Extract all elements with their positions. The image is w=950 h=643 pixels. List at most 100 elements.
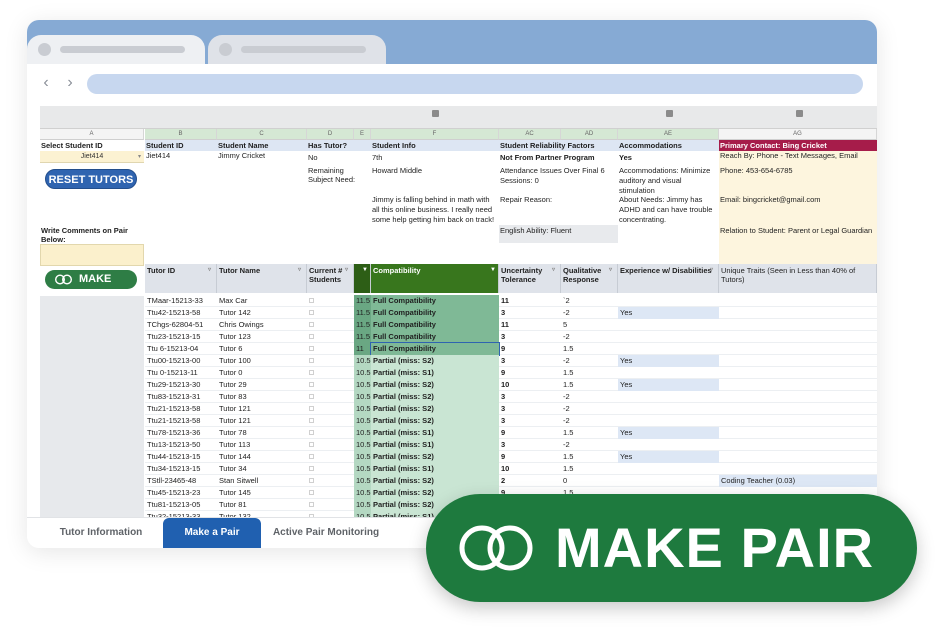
header-tutor-name[interactable]: Tutor Name ▿	[217, 264, 307, 293]
cell-name[interactable]: Max Car	[217, 295, 307, 307]
checkbox[interactable]	[309, 346, 314, 351]
column-header-ac[interactable]: AC	[499, 129, 561, 140]
current-students-cell[interactable]	[307, 427, 354, 439]
cell-qual[interactable]: 1.5	[561, 379, 618, 391]
cell-unique[interactable]	[719, 427, 877, 439]
checkbox[interactable]	[309, 490, 314, 495]
current-students-cell[interactable]	[307, 367, 354, 379]
cell-score[interactable]: 10.5	[354, 487, 371, 499]
make-pair-large-button[interactable]: MAKE PAIR	[426, 494, 917, 602]
cell-qual[interactable]: -2	[561, 415, 618, 427]
cell-score[interactable]: 11.5	[354, 307, 371, 319]
cell-qual[interactable]: -2	[561, 403, 618, 415]
table-row[interactable]: Ttu78-15213-36 Tutor 78 10.5 Partial (miss:…	[145, 427, 877, 439]
cell-unc[interactable]: 11	[499, 319, 561, 331]
tab-make-a-pair[interactable]: Make a Pair	[163, 518, 261, 548]
cell-qual[interactable]: -2	[561, 331, 618, 343]
cell-qual[interactable]: -2	[561, 355, 618, 367]
cell-unc[interactable]: 9	[499, 427, 561, 439]
current-students-cell[interactable]	[307, 499, 354, 511]
student-id-dropdown[interactable]: Jiet414 ▾	[40, 151, 144, 163]
cell-qual[interactable]: 1.5	[561, 463, 618, 475]
cell-compat[interactable]: Partial (miss: S2)	[371, 379, 499, 391]
cell-exp[interactable]	[618, 331, 719, 343]
column-header-ad[interactable]: AD	[561, 129, 618, 140]
cell-compat[interactable]: Partial (miss: S2)	[371, 451, 499, 463]
checkbox[interactable]	[309, 310, 314, 315]
checkbox[interactable]	[309, 370, 314, 375]
column-header-d[interactable]: D	[307, 129, 354, 140]
chevron-left-icon[interactable]: ‹	[39, 74, 53, 92]
table-row[interactable]: TStll-23465-48 Stan Sitwell 10.5 Partial (m…	[145, 475, 877, 487]
cell-name[interactable]: Tutor 121	[217, 415, 307, 427]
column-header-e[interactable]: E	[354, 129, 371, 140]
cell-unc[interactable]: 3	[499, 403, 561, 415]
filter-icon[interactable]: ▿	[552, 266, 558, 273]
cell-compat[interactable]: Partial (miss: S1)	[371, 427, 499, 439]
table-row[interactable]: Ttu34-15213-15 Tutor 34 10.5 Partial (miss:…	[145, 463, 877, 475]
browser-tab-inactive[interactable]	[208, 35, 386, 65]
cell-id[interactable]: Ttu23-15213-15	[145, 331, 217, 343]
current-students-cell[interactable]	[307, 415, 354, 427]
cell-unique[interactable]	[719, 379, 877, 391]
cell-unique[interactable]	[719, 295, 877, 307]
cell-unique[interactable]	[719, 367, 877, 379]
cell-name[interactable]: Tutor 34	[217, 463, 307, 475]
column-header-ag[interactable]: AG	[719, 129, 877, 140]
cell-exp[interactable]	[618, 415, 719, 427]
table-row[interactable]: Ttu42-15213-58 Tutor 142 11.5 Full Compatib…	[145, 307, 877, 319]
cell-score[interactable]: 10.5	[354, 415, 371, 427]
column-header-b[interactable]: B	[145, 129, 217, 140]
cell-unc[interactable]: 10	[499, 463, 561, 475]
cell-compat[interactable]: Partial (miss: S1)	[371, 367, 499, 379]
cell-qual[interactable]: 0	[561, 475, 618, 487]
cell-name[interactable]: Tutor 83	[217, 391, 307, 403]
cell-id[interactable]: Ttu 0-15213-11	[145, 367, 217, 379]
header-compatibility[interactable]: Compatibility ▼	[371, 264, 499, 293]
current-students-cell[interactable]	[307, 403, 354, 415]
filter-icon[interactable]: ▿	[345, 266, 351, 273]
cell-exp[interactable]	[618, 439, 719, 451]
cell-unique[interactable]	[719, 391, 877, 403]
checkbox[interactable]	[309, 478, 314, 483]
cell-unique[interactable]	[719, 343, 877, 355]
current-students-cell[interactable]	[307, 295, 354, 307]
cell-qual[interactable]: 1.5	[561, 367, 618, 379]
cell-qual[interactable]: 1.5	[561, 451, 618, 463]
cell-score[interactable]: 11.5	[354, 295, 371, 307]
cell-id[interactable]: Ttu81-15213-05	[145, 499, 217, 511]
cell-unc[interactable]: 3	[499, 331, 561, 343]
cell-compat[interactable]: Partial (miss: S2)	[371, 391, 499, 403]
cell-unique[interactable]	[719, 439, 877, 451]
checkbox[interactable]	[309, 442, 314, 447]
header-experience[interactable]: Experience w/ Disabilities ▿	[618, 264, 719, 293]
reset-tutors-button[interactable]: RESET TUTORS	[45, 169, 137, 189]
cell-unique[interactable]	[719, 463, 877, 475]
cell-id[interactable]: Ttu45-15213-23	[145, 487, 217, 499]
cell-id[interactable]: Ttu21-15213-58	[145, 415, 217, 427]
cell-unc[interactable]: 3	[499, 415, 561, 427]
cell-compat[interactable]: Partial (miss: S2)	[371, 403, 499, 415]
cell-unique[interactable]	[719, 331, 877, 343]
current-students-cell[interactable]	[307, 319, 354, 331]
cell-qual[interactable]: -2	[561, 439, 618, 451]
pair-comments-input[interactable]	[40, 244, 144, 266]
cell-id[interactable]: Ttu83-15213-31	[145, 391, 217, 403]
cell-unc[interactable]: 9	[499, 343, 561, 355]
cell-name[interactable]: Tutor 121	[217, 403, 307, 415]
cell-name[interactable]: Tutor 100	[217, 355, 307, 367]
header-score[interactable]: ▼	[354, 264, 371, 293]
checkbox[interactable]	[309, 394, 314, 399]
table-row[interactable]: Ttu 0-15213-11 Tutor 0 10.5 Partial (miss: …	[145, 367, 877, 379]
cell-id[interactable]: Ttu78-15213-36	[145, 427, 217, 439]
current-students-cell[interactable]	[307, 487, 354, 499]
cell-score[interactable]: 10.5	[354, 367, 371, 379]
table-row[interactable]: Ttu23-15213-15 Tutor 123 11.5 Full Compatib…	[145, 331, 877, 343]
cell-id[interactable]: Ttu00-15213-00	[145, 355, 217, 367]
column-header-ae[interactable]: AE	[618, 129, 719, 140]
cell-name[interactable]: Tutor 123	[217, 331, 307, 343]
cell-unc[interactable]: 3	[499, 355, 561, 367]
cell-exp[interactable]	[618, 475, 719, 487]
cell-unc[interactable]: 3	[499, 307, 561, 319]
cell-unc[interactable]: 10	[499, 379, 561, 391]
